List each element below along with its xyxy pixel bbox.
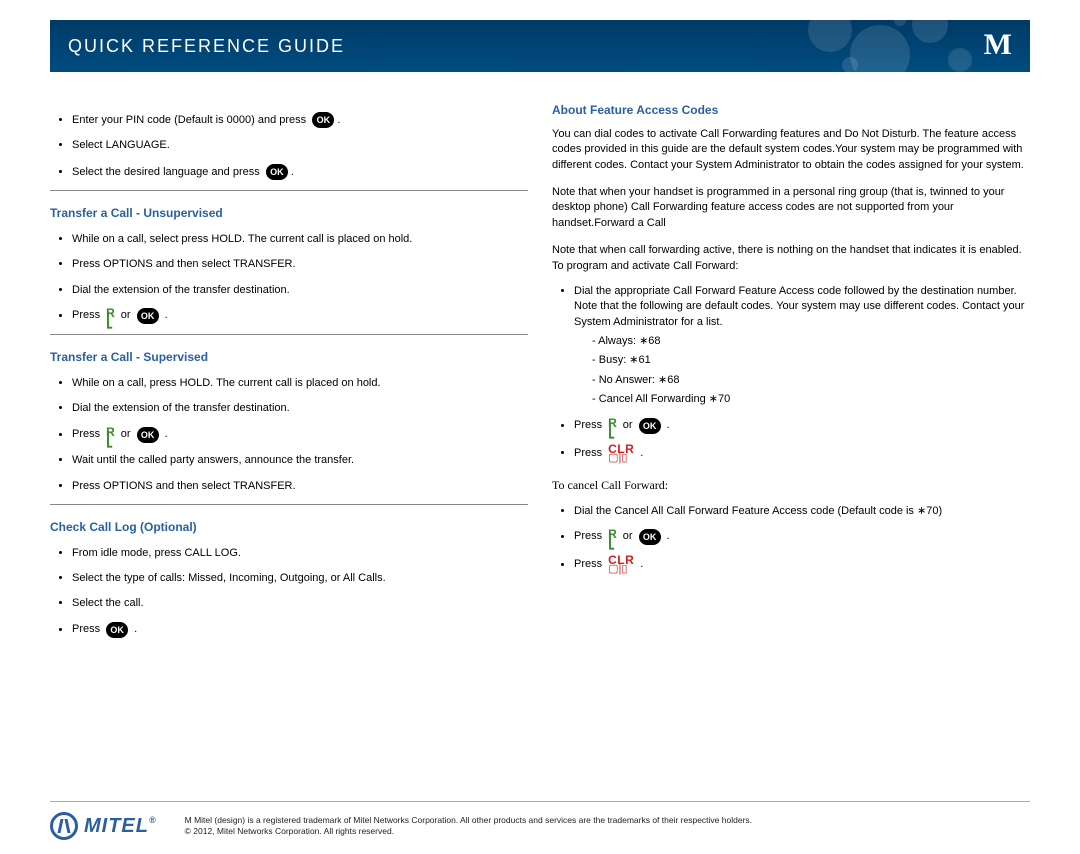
code-item: No Answer: ∗68 (592, 373, 1030, 388)
list-item: From idle mode, press CALL LOG. (72, 546, 528, 561)
code-item: Busy: ∗61 (592, 353, 1030, 368)
text: Dial the appropriate Call Forward Featur… (574, 285, 1024, 328)
text: or (623, 418, 633, 433)
list-item: Press OK . (72, 622, 528, 638)
header-bar: Quick Reference Guide M (50, 20, 1030, 72)
ok-icon: OK (137, 308, 159, 324)
call-key-icon: R⎣ (608, 418, 617, 434)
list-item: Select LANGUAGE. (72, 138, 528, 153)
list-item: Enter your PIN code (Default is 0000) an… (72, 112, 528, 128)
text: Enter your PIN code (Default is 0000) an… (72, 114, 306, 126)
ok-icon: OK (312, 112, 334, 128)
call-key-icon: R⎣ (608, 529, 617, 545)
list-item: Dial the extension of the transfer desti… (72, 283, 528, 298)
section-title: About Feature Access Codes (552, 102, 1030, 119)
list-item: Select the type of calls: Missed, Incomi… (72, 571, 528, 586)
list-item: While on a call, select press HOLD. The … (72, 232, 528, 247)
ok-icon: OK (639, 529, 661, 545)
list-item: Press CLR ▢|▯ . (574, 444, 1030, 463)
call-key-icon: R⎣ (106, 427, 115, 443)
text: or (121, 427, 131, 442)
call-key-icon: R⎣ (106, 308, 115, 324)
page-title: Quick Reference Guide (68, 36, 345, 57)
text: Press (72, 622, 100, 637)
copyright-line: © 2012, Mitel Networks Corporation. All … (185, 826, 752, 837)
ok-icon: OK (266, 164, 288, 180)
list-item: Dial the Cancel All Call Forward Feature… (574, 504, 1030, 519)
sub-heading: To cancel Call Forward: (552, 477, 1030, 494)
text: Press (574, 446, 602, 461)
list-item: Press CLR ▢|▯ . (574, 555, 1030, 574)
paragraph: You can dial codes to activate Call Forw… (552, 127, 1030, 173)
m-logo-icon: M (984, 28, 1012, 62)
text: or (121, 308, 131, 323)
section-title: Check Call Log (Optional) (50, 519, 528, 536)
decorative-circles (790, 20, 990, 72)
text: Press (574, 529, 602, 544)
paragraph: Note that when call forwarding active, t… (552, 243, 1030, 274)
list-item: Select the desired language and press OK… (72, 164, 528, 180)
list-item: Press R⎣ or OK . (574, 529, 1030, 545)
list-item: Press OPTIONS and then select TRANSFER. (72, 479, 528, 494)
list-item: While on a call, press HOLD. The current… (72, 376, 528, 391)
code-item: Cancel All Forwarding ∗70 (592, 392, 1030, 407)
mitel-logo: MITEL® (50, 812, 157, 840)
text: Select the desired language and press (72, 166, 260, 178)
footer: MITEL® M Mitel (design) is a registered … (50, 801, 1030, 840)
content-area: Enter your PIN code (Default is 0000) an… (0, 72, 1080, 648)
trademark-line: M Mitel (design) is a registered tradema… (185, 815, 752, 826)
ok-icon: OK (137, 427, 159, 443)
text: or (623, 529, 633, 544)
list-item: Wait until the called party answers, ann… (72, 453, 528, 468)
ok-icon: OK (639, 418, 661, 434)
ok-icon: OK (106, 622, 128, 638)
text: Press (72, 427, 100, 442)
code-item: Always: ∗68 (592, 334, 1030, 349)
paragraph: Note that when your handset is programme… (552, 185, 1030, 231)
section-title: Transfer a Call - Unsupervised (50, 205, 528, 222)
mitel-mark-icon (50, 812, 78, 840)
text: Press (72, 308, 100, 323)
left-column: Enter your PIN code (Default is 0000) an… (50, 102, 528, 648)
list-item: Press OPTIONS and then select TRANSFER. (72, 257, 528, 272)
clr-key-icon: CLR ▢|▯ (608, 444, 634, 463)
list-item: Dial the appropriate Call Forward Featur… (574, 284, 1030, 408)
text: Press (574, 418, 602, 433)
brand-name: MITEL® (84, 815, 157, 838)
text: Press (574, 557, 602, 572)
list-item: Dial the extension of the transfer desti… (72, 401, 528, 416)
clr-key-icon: CLR ▢|▯ (608, 555, 634, 574)
list-item: Select the call. (72, 596, 528, 611)
right-column: About Feature Access Codes You can dial … (552, 102, 1030, 648)
list-item: Press R⎣ or OK . (72, 427, 528, 443)
section-title: Transfer a Call - Supervised (50, 349, 528, 366)
list-item: Press R⎣ or OK . (72, 308, 528, 324)
list-item: Press R⎣ or OK . (574, 418, 1030, 434)
